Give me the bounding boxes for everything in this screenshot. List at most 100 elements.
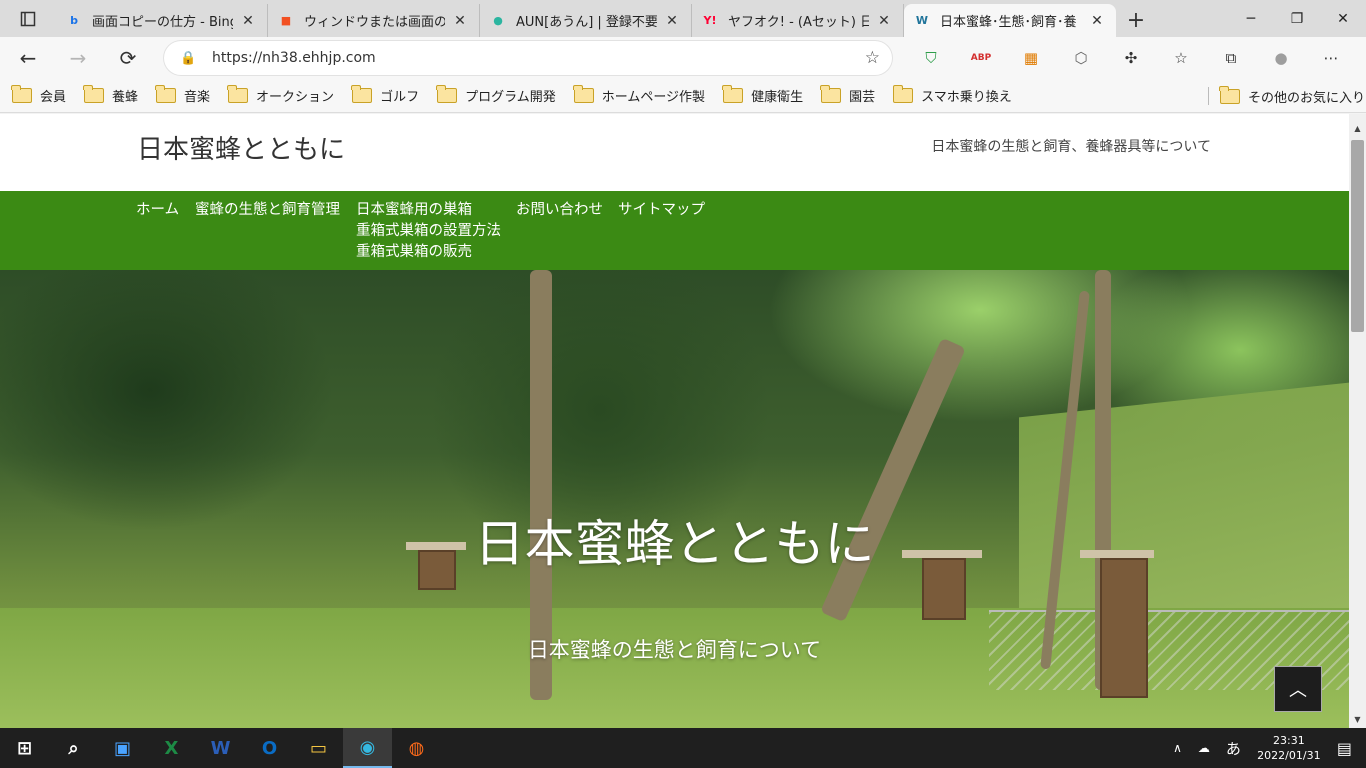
bookmark-label: 養蜂 — [112, 90, 139, 105]
abp-icon[interactable]: ABP — [956, 41, 1006, 75]
ime-indicator[interactable]: あ — [1226, 738, 1241, 759]
shield-icon[interactable]: ⛉ — [906, 41, 956, 75]
nav-contact[interactable]: お問い合わせ — [516, 200, 603, 221]
page-viewport: 日本蜜蜂とともに 日本蜜蜂の生態と飼育、養蜂器具等について ホーム 蜜蜂の生態と… — [0, 114, 1366, 728]
bookmark-folder[interactable]: 養蜂 — [83, 85, 139, 105]
nav-ecology[interactable]: 蜜蜂の生態と飼育管理 — [195, 200, 340, 221]
browser-tab[interactable]: W 日本蜜蜂･生態･飼育･養 ✕ — [904, 4, 1116, 37]
edge-icon[interactable]: ◉ — [343, 728, 392, 768]
cube-icon[interactable]: ▦ — [1006, 41, 1056, 75]
bookmark-folder[interactable]: プログラム開発 — [436, 85, 556, 105]
puzzle-icon[interactable]: ✣ — [1106, 41, 1156, 75]
site-title[interactable]: 日本蜜蜂とともに — [137, 129, 345, 166]
browser-tab[interactable]: ● AUN[あうん] | 登録不要 ✕ — [480, 4, 692, 37]
scroll-up-arrow[interactable]: ▲ — [1349, 120, 1366, 137]
browser-tab[interactable]: ■ ウィンドウまたは画面の内容 ✕ — [268, 4, 480, 37]
back-to-top-button[interactable]: ︿ — [1274, 666, 1322, 712]
clock[interactable]: 23:31 2022/01/31 — [1249, 733, 1329, 763]
back-button[interactable]: ← — [6, 40, 50, 76]
tab-close-icon[interactable]: ✕ — [875, 13, 893, 29]
tab-favicon-icon: b — [70, 14, 78, 27]
outlook-icon[interactable]: O — [245, 728, 294, 768]
folder-icon — [436, 85, 458, 103]
bookmark-folder[interactable]: オークション — [227, 85, 334, 105]
reload-button[interactable]: ⟳ — [106, 40, 150, 76]
store-icon[interactable]: ▣ — [98, 728, 147, 768]
url-text[interactable]: https://nh38.ehhjp.com — [212, 50, 376, 66]
bookmark-label: 音楽 — [184, 90, 211, 105]
more-icon[interactable]: ⋯ — [1306, 41, 1356, 75]
scroll-down-arrow[interactable]: ▼ — [1349, 711, 1366, 728]
bookmark-folder[interactable]: 園芸 — [820, 85, 875, 105]
bookmark-folder[interactable]: 会員 — [11, 85, 67, 105]
tab-close-icon[interactable]: ✕ — [1088, 13, 1106, 29]
bookmark-label: スマホ乗り換え — [921, 90, 1012, 105]
tab-favicon-icon: W — [915, 14, 929, 27]
tray-chevron-icon[interactable]: ∧ — [1173, 741, 1182, 755]
tab-title: 日本蜜蜂･生態･飼育･養 — [940, 15, 1077, 30]
folder-icon — [227, 85, 249, 103]
nav-hive-sale[interactable]: 重箱式巣箱の販売 — [356, 242, 501, 263]
scroll-thumb[interactable] — [1351, 140, 1364, 332]
clock-date: 2022/01/31 — [1257, 749, 1321, 762]
bookmark-label: 会員 — [40, 90, 67, 105]
folder-icon — [11, 85, 32, 103]
bookmarks-bar: 会員 養蜂 音楽 オークション ゴルフ プログラム開発 ホームページ作製 健康衛生 園芸 スマホ乗… — [0, 79, 1366, 113]
taskbar: ⊞ ⌕ ▣ X W O ▭ ◉ ◍ ∧ ☁ あ 23:31 2022/01/31 ▤ — [0, 728, 1366, 768]
bookmark-folder[interactable]: ゴルフ — [351, 85, 420, 105]
nav-hive: 日本蜜蜂用の巣箱 重箱式巣箱の設置方法 重箱式巣箱の販売 — [356, 200, 501, 263]
nav-hive-label[interactable]: 日本蜜蜂用の巣箱 — [356, 200, 501, 221]
system-tray: ∧ ☁ あ 23:31 2022/01/31 ▤ — [1165, 728, 1366, 768]
notification-icon[interactable]: ▤ — [1337, 739, 1352, 758]
bookmark-folder[interactable]: 音楽 — [155, 85, 211, 105]
nav-home[interactable]: ホーム — [136, 200, 179, 221]
lock-icon[interactable]: 🔒 — [180, 51, 200, 66]
tab-close-icon[interactable]: ✕ — [663, 13, 681, 29]
browser-tab[interactable]: b 画面コピーの仕方 - Bing ✕ — [56, 4, 268, 37]
tab-strip: b 画面コピーの仕方 - Bing ✕ ■ ウィンドウまたは画面の内容 ✕ ● AUN[あうん… — [0, 0, 1366, 37]
site-tagline: 日本蜜蜂の生態と飼育、養蜂器具等について — [931, 139, 1211, 155]
folder-icon — [820, 85, 842, 103]
tab-actions-button[interactable] — [0, 0, 56, 37]
firefox-icon[interactable]: ◍ — [392, 728, 441, 768]
word-icon[interactable]: W — [196, 728, 245, 768]
hero-subtitle: 日本蜜蜂の生態と飼育について — [527, 638, 822, 662]
bookmark-label: ゴルフ — [380, 90, 420, 105]
hero-image: 日本蜜蜂とともに 日本蜜蜂の生態と飼育について — [0, 270, 1349, 728]
onedrive-icon[interactable]: ☁ — [1198, 741, 1210, 755]
bookmark-folder[interactable]: ホームページ作製 — [573, 85, 705, 105]
bookmark-folder[interactable]: スマホ乗り換え — [892, 85, 1012, 105]
page-scrollbar[interactable]: ▲ ▼ — [1349, 114, 1366, 728]
close-button[interactable]: ✕ — [1320, 0, 1366, 37]
folder-icon — [573, 85, 594, 103]
folder-icon — [83, 85, 105, 103]
add-favorite-icon[interactable]: ☆ — [865, 48, 880, 68]
profile-icon[interactable]: ● — [1256, 41, 1306, 75]
new-tab-button[interactable]: + — [1116, 4, 1156, 37]
favorites-icon[interactable]: ☆ — [1156, 41, 1206, 75]
start-icon[interactable]: ⊞ — [0, 728, 49, 768]
tab-close-icon[interactable]: ✕ — [451, 13, 469, 29]
folder-icon — [351, 85, 373, 103]
restore-button[interactable]: ❐ — [1274, 0, 1320, 37]
excel-icon[interactable]: X — [147, 728, 196, 768]
address-bar-row: ← → ⟳ 🔒 https://nh38.ehhjp.com ☆ ⛉ ABP ▦ ⬡ ✣… — [0, 37, 1366, 79]
address-bar[interactable]: 🔒 https://nh38.ehhjp.com ☆ — [164, 41, 892, 75]
explorer-icon[interactable]: ▭ — [294, 728, 343, 768]
search-icon[interactable]: ⌕ — [49, 728, 98, 768]
tab-favicon-icon: ● — [493, 14, 503, 27]
bookmarks-separator — [1208, 87, 1209, 105]
nav-sitemap[interactable]: サイトマップ — [618, 200, 705, 221]
browser-tab[interactable]: Y! ヤフオク! - (Aセット) 日本 ✕ — [692, 4, 904, 37]
tab-title: 画面コピーの仕方 - Bing — [92, 15, 233, 30]
bookmark-label: 健康衛生 — [751, 90, 804, 105]
hexagon-icon[interactable]: ⬡ — [1056, 41, 1106, 75]
collections-icon[interactable]: ⧉ — [1206, 41, 1256, 75]
tab-close-icon[interactable]: ✕ — [239, 13, 257, 29]
folder-icon — [155, 85, 177, 103]
bookmark-folder[interactable]: 健康衛生 — [722, 85, 804, 105]
forward-button[interactable]: → — [56, 40, 100, 76]
other-bookmarks[interactable]: その他のお気に入り — [1219, 79, 1365, 113]
nav-hive-setup[interactable]: 重箱式巣箱の設置方法 — [356, 221, 501, 242]
minimize-button[interactable]: ─ — [1228, 0, 1274, 37]
